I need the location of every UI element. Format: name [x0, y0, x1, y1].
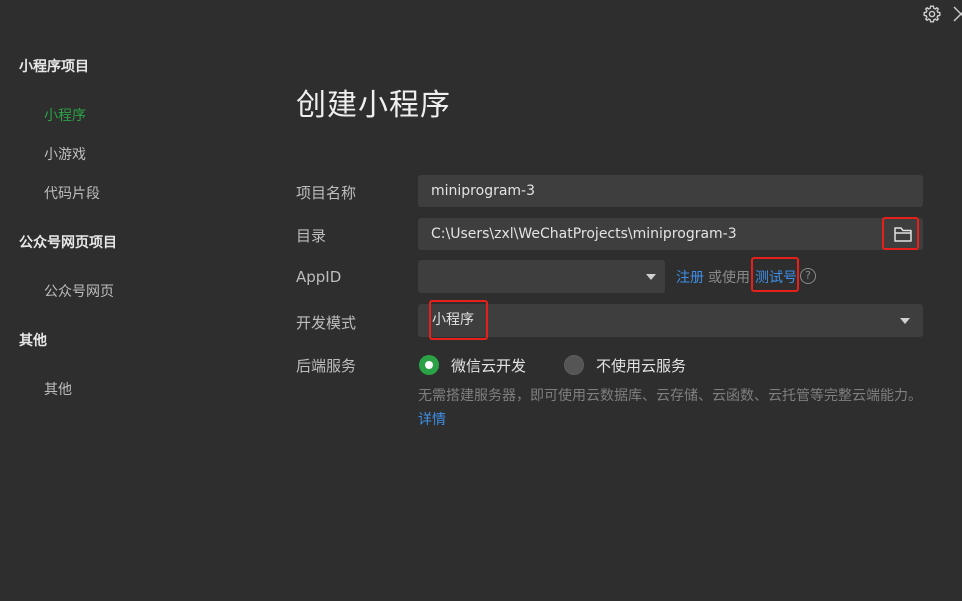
backend-description: 无需搭建服务器，即可使用云数据库、云存储、云函数、云托管等完整云端能力。 详情 [418, 384, 923, 432]
sidebar-item-miniprogram[interactable]: 小程序 [44, 105, 86, 125]
backend-description-text: 无需搭建服务器，即可使用云数据库、云存储、云函数、云托管等完整云端能力。 [418, 388, 922, 404]
create-project-window: 小程序项目 小程序 小游戏 代码片段 公众号网页项目 公众号网页 其他 其他 创… [0, 0, 962, 601]
register-link[interactable]: 注册 [676, 267, 704, 287]
radio-wechat-cloud-label[interactable]: 微信云开发 [451, 355, 526, 376]
radio-wechat-cloud[interactable] [419, 355, 439, 375]
dev-mode-label: 开发模式 [296, 314, 357, 332]
sidebar-item-minigame[interactable]: 小游戏 [44, 144, 86, 164]
page-title: 创建小程序 [296, 88, 451, 123]
help-icon[interactable]: ? [800, 268, 816, 284]
project-name-input[interactable]: miniprogram-3 [418, 175, 923, 207]
gear-icon[interactable] [922, 4, 942, 24]
or-use-text: 或使用 [708, 270, 750, 286]
sidebar-group-miniprogram: 小程序项目 [19, 59, 89, 75]
chevron-down-icon [646, 274, 656, 280]
test-account-link[interactable]: 测试号 [755, 267, 797, 287]
folder-icon[interactable] [890, 222, 916, 246]
details-link[interactable]: 详情 [418, 412, 446, 428]
directory-input[interactable]: C:\Users\zxl\WeChatProjects\miniprogram-… [418, 218, 923, 250]
project-name-label: 项目名称 [296, 184, 357, 202]
sidebar-item-official-account-web[interactable]: 公众号网页 [44, 281, 114, 301]
sidebar-item-other[interactable]: 其他 [44, 379, 72, 399]
appid-select[interactable] [418, 260, 665, 293]
sidebar-group-official-account: 公众号网页项目 [19, 235, 117, 251]
sidebar-group-other: 其他 [19, 333, 47, 349]
chevron-down-icon [900, 318, 910, 324]
close-icon[interactable] [951, 4, 962, 24]
sidebar-item-code-snippet[interactable]: 代码片段 [44, 183, 100, 203]
radio-no-cloud-label[interactable]: 不使用云服务 [596, 355, 686, 376]
directory-label: 目录 [296, 227, 327, 245]
backend-label: 后端服务 [296, 357, 357, 375]
dev-mode-select[interactable]: 小程序 [418, 304, 923, 337]
sidebar: 小程序项目 小程序 小游戏 代码片段 公众号网页项目 公众号网页 其他 其他 [0, 0, 240, 601]
appid-label: AppID [296, 268, 342, 286]
radio-no-cloud[interactable] [564, 355, 584, 375]
